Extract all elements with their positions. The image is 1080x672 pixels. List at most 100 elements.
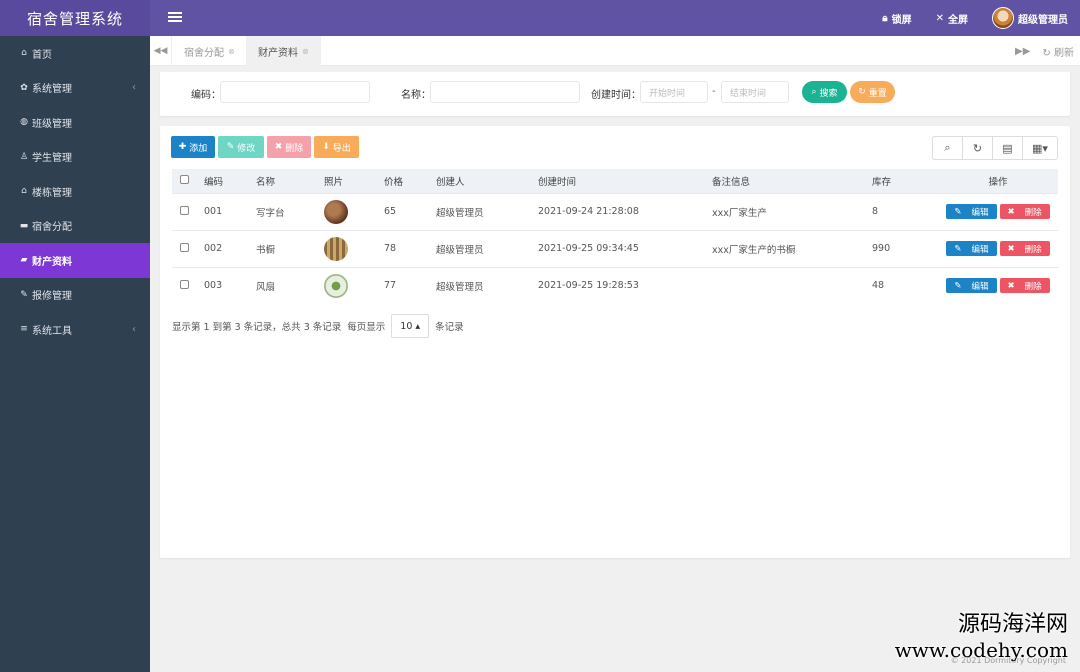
photo-thumbnail[interactable] <box>324 199 348 224</box>
delete-button[interactable]: ✖ 删除 <box>267 136 311 158</box>
sidebar-item-gear[interactable]: ✿ 系统管理 ‹ <box>0 71 150 106</box>
row-edit-button[interactable]: ✎ 编辑 <box>946 278 997 294</box>
close-icon: ✖ <box>1007 243 1015 254</box>
name-label: 名称： <box>401 90 431 101</box>
gear-icon: ✿ <box>20 82 28 93</box>
row-delete-button[interactable]: ✖ 删除 <box>999 204 1050 219</box>
lock-icon: 🔒︎ <box>882 12 888 24</box>
cell-time: 2021-09-25 19:28:53 <box>530 266 704 304</box>
cell-note: xxx厂家生产 <box>704 192 864 230</box>
delete-icon: ✖ <box>274 142 283 152</box>
row-checkbox[interactable] <box>180 279 189 289</box>
expand-icon: ✕ <box>935 12 944 24</box>
row-delete-button[interactable]: ✖ 删除 <box>999 241 1050 256</box>
sidebar-item-label: 宿舍分配 <box>32 222 72 234</box>
cell-stock: 48 <box>864 266 938 304</box>
row-edit-button[interactable]: ✎ 编辑 <box>946 204 997 219</box>
home-icon: ⌂ <box>21 48 27 59</box>
refresh-button[interactable]: ↻ 刷新 <box>1042 44 1074 59</box>
download-icon: ⬇ <box>322 142 330 152</box>
search-button[interactable]: ⌕ 搜索 <box>802 81 847 103</box>
row-checkbox[interactable] <box>180 205 189 215</box>
toggle-view-icon[interactable]: ▤ <box>993 137 1023 159</box>
lock-screen-button[interactable]: 🔒︎ 锁屏 <box>882 11 911 26</box>
row-delete-button[interactable]: ✖ 删除 <box>999 278 1050 294</box>
export-button[interactable]: ⬇ 导出 <box>314 136 359 158</box>
row-checkbox[interactable] <box>180 242 189 252</box>
sidebar-item-building[interactable]: ⌂ 楼栋管理 <box>0 174 150 209</box>
reset-icon: ↻ <box>858 87 866 97</box>
tab-property[interactable]: 财产资料 ⊗ <box>246 36 321 66</box>
edit-icon: ✎ <box>954 280 962 291</box>
cell-name: 写字台 <box>248 192 316 230</box>
chevron-left-icon: ‹ <box>132 323 136 335</box>
close-icon: ✖ <box>1007 206 1015 217</box>
edit-icon: ✎ <box>954 243 962 254</box>
sidebar-item-user[interactable]: ♙ 学生管理 <box>0 140 150 175</box>
cell-code: 001 <box>196 192 248 230</box>
end-time-input[interactable]: 结束时间 <box>721 81 789 103</box>
tabs-scroll-right-icon[interactable]: ▶▶ <box>1015 46 1030 57</box>
select-all-checkbox[interactable] <box>180 174 189 184</box>
code-input[interactable] <box>220 81 370 103</box>
create-time-label: 创建时间： <box>591 90 641 101</box>
name-input[interactable] <box>430 81 580 103</box>
reset-button[interactable]: ↻ 重置 <box>850 81 895 103</box>
page-size-select[interactable]: 10 ▴ <box>391 314 430 338</box>
sidebar-item-label: 财产资料 <box>32 256 72 268</box>
list-icon: ≡ <box>20 324 28 335</box>
row-edit-button[interactable]: ✎ 编辑 <box>946 241 997 256</box>
fullscreen-button[interactable]: ✕ 全屏 <box>936 11 968 26</box>
cell-time: 2021-09-25 09:34:45 <box>530 229 704 267</box>
tabs-scroll-left-icon[interactable]: ◀◀ <box>150 36 172 66</box>
sidebar-item-globe[interactable]: ◍ 班级管理 <box>0 105 150 140</box>
sidebar-item-wrench[interactable]: ✎ 报修管理 <box>0 278 150 313</box>
code-label: 编码： <box>191 90 221 101</box>
cell-code: 002 <box>196 229 248 267</box>
sidebar-item-list[interactable]: ≡ 系统工具 ‹ <box>0 312 150 347</box>
cell-note <box>704 266 864 304</box>
chevron-left-icon: ‹ <box>132 82 136 94</box>
tabs-bar: ◀◀ 宿舍分配 ⊗ 财产资料 ⊗ ▶▶ ↻ 刷新 <box>150 36 1080 66</box>
photo-thumbnail[interactable] <box>324 273 348 298</box>
table-row[interactable]: 001 写字台 65 超级管理员 2021-09-24 21:28:08 xxx厂家生产 8… <box>172 192 1058 230</box>
sidebar-item-label: 系统管理 <box>32 84 72 96</box>
sidebar-item-home[interactable]: ⌂ 首页 <box>0 36 150 71</box>
cell-code: 003 <box>196 266 248 304</box>
sidebar-item-label: 学生管理 <box>32 153 72 165</box>
sidebar-item-bed[interactable]: ▬ 宿舍分配 <box>0 209 150 244</box>
plus-icon: ✚ <box>178 142 187 152</box>
add-button[interactable]: ✚ 添加 <box>171 136 215 158</box>
table-row[interactable]: 003 风扇 77 超级管理员 2021-09-25 19:28:53 48 ✎ 编辑 ✖ 删除 <box>172 266 1058 304</box>
edit-button[interactable]: ✎ 修改 <box>218 136 264 158</box>
photo-thumbnail[interactable] <box>324 236 348 261</box>
bed-icon: ▬ <box>19 220 29 231</box>
user-menu[interactable]: 超级管理员 <box>992 7 1068 29</box>
cell-creator: 超级管理员 <box>428 229 530 267</box>
close-icon[interactable]: ⊗ <box>228 47 235 56</box>
user-name: 超级管理员 <box>1018 14 1068 26</box>
sidebar: ⌂ 首页 ✿ 系统管理 ‹ ◍ 班级管理 ♙ 学生管理 ⌂ 楼栋管理 ▬ 宿舍分配 ▰ 财产资料 ✎ 报修管理 ≡… <box>0 36 150 672</box>
close-icon[interactable]: ⊗ <box>302 47 309 56</box>
cell-creator: 超级管理员 <box>428 266 530 304</box>
user-icon: ♙ <box>19 151 29 162</box>
edit-icon: ✎ <box>954 206 962 217</box>
cell-name: 书橱 <box>248 229 316 267</box>
cell-price: 65 <box>376 192 428 230</box>
pagination-info: 显示第 1 到第 3 条记录，总共 3 条记录 每页显示 10 ▴ 条记录 <box>172 314 464 338</box>
tab-dorm-assign[interactable]: 宿舍分配 ⊗ <box>172 36 247 66</box>
cell-creator: 超级管理员 <box>428 192 530 230</box>
search-panel: 编码： 名称： 创建时间： 开始时间 - 结束时间 ⌕ 搜索 ↻ 重置 <box>160 72 1070 116</box>
table-row[interactable]: 002 书橱 78 超级管理员 2021-09-25 09:34:45 xxx厂家生产的书… <box>172 229 1058 267</box>
sidebar-item-label: 系统工具 <box>32 325 72 337</box>
avatar <box>992 7 1014 29</box>
cell-name: 风扇 <box>248 266 316 304</box>
sidebar-item-briefcase[interactable]: ▰ 财产资料 <box>0 243 150 278</box>
globe-icon: ◍ <box>20 117 28 128</box>
columns-icon[interactable]: ▦▾ <box>1023 137 1057 159</box>
hamburger-menu-icon[interactable] <box>168 10 182 24</box>
search-icon[interactable]: ⌕ <box>933 137 963 159</box>
sidebar-item-label: 首页 <box>32 49 52 61</box>
refresh-icon[interactable]: ↻ <box>963 137 993 159</box>
start-time-input[interactable]: 开始时间 <box>640 81 708 103</box>
